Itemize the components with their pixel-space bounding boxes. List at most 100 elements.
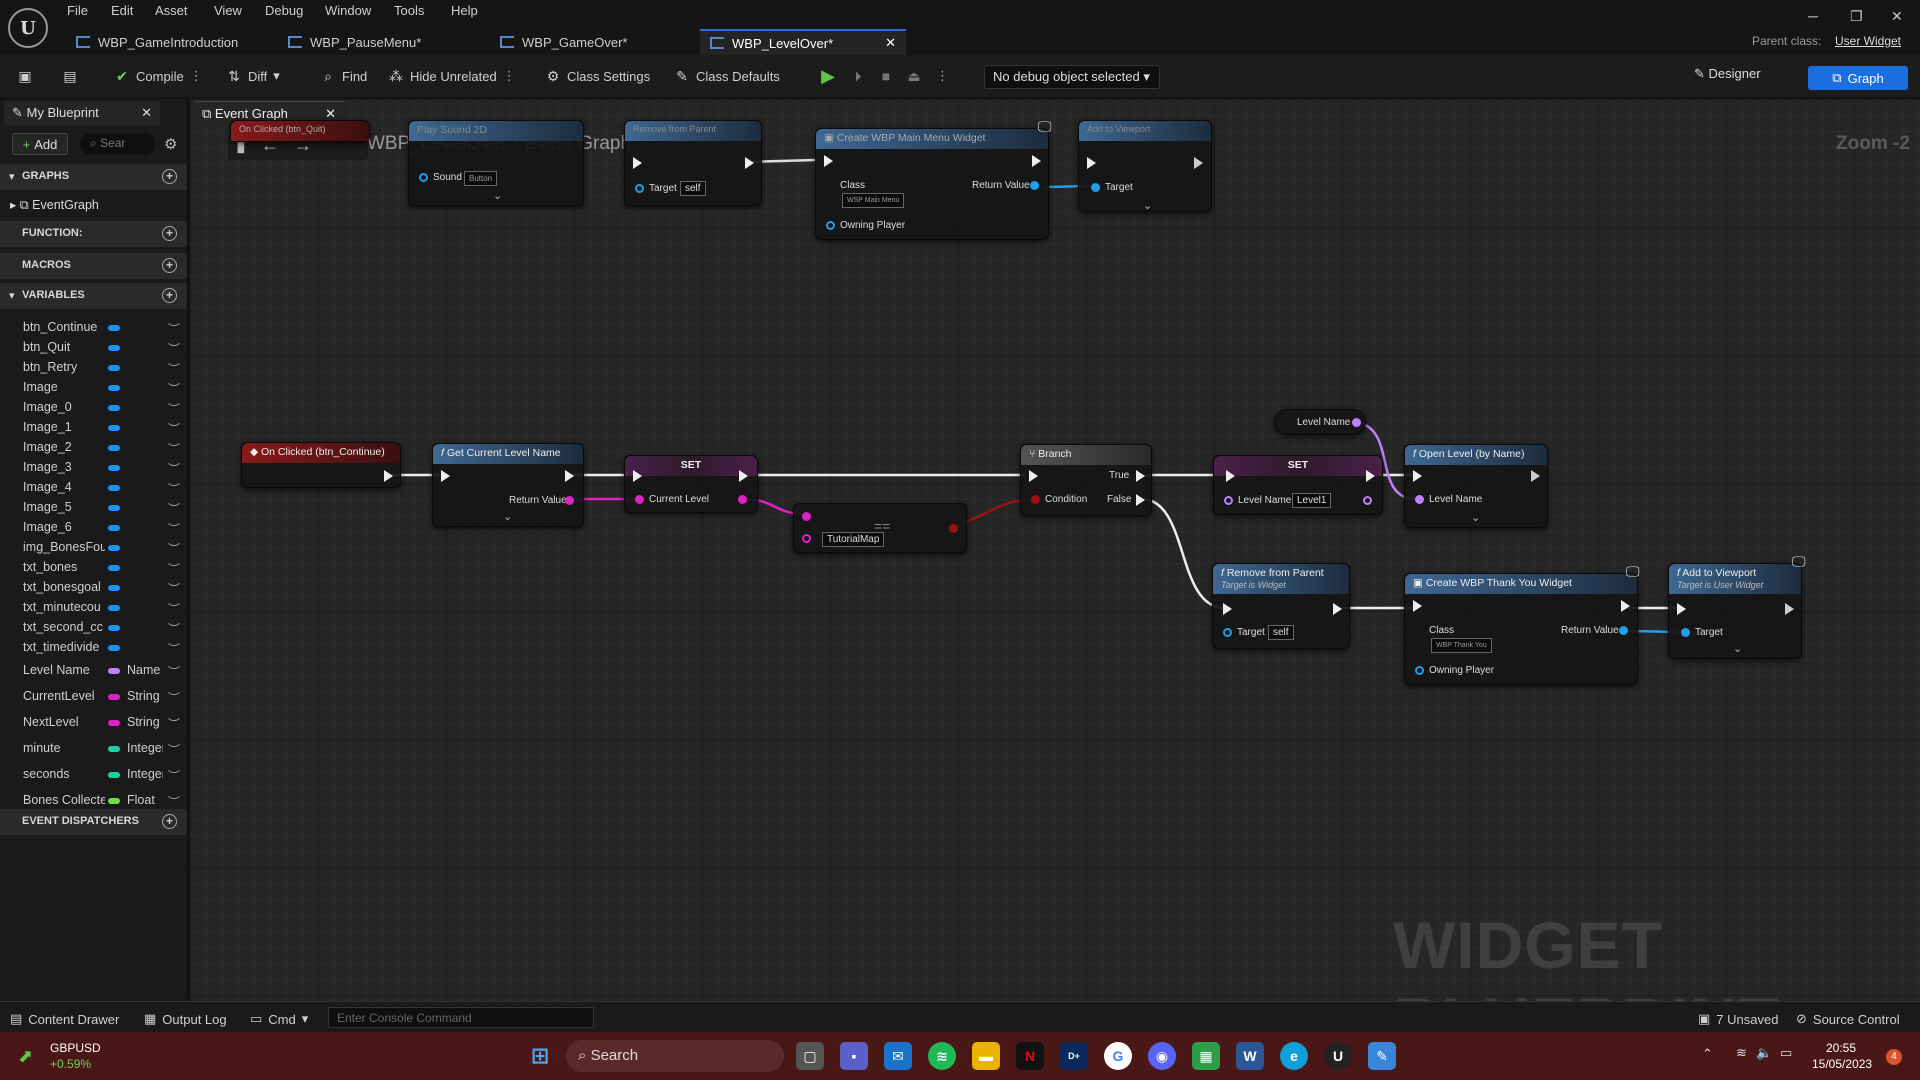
node-add-viewport-top[interactable]: Add to Viewport Target ⌄: [1078, 120, 1212, 212]
unsaved-button[interactable]: ▣ 7 Unsaved: [1698, 1011, 1778, 1027]
unreal-engine-icon[interactable]: U: [1324, 1042, 1352, 1070]
expand-icon[interactable]: ⌄: [493, 189, 502, 202]
current-level-out-pin[interactable]: [738, 495, 747, 504]
node-set-current-level[interactable]: SET Current Level: [624, 455, 758, 513]
exec-out-pin[interactable]: [1621, 600, 1630, 612]
volume-icon[interactable]: 🔈: [1756, 1045, 1772, 1061]
node-onclicked-quit[interactable]: On Clicked (btn_Quit): [230, 120, 370, 142]
target-pin[interactable]: [1091, 183, 1100, 192]
condition-pin[interactable]: [1031, 495, 1040, 504]
exec-out-pin[interactable]: [1785, 603, 1794, 615]
tutorial-map-value[interactable]: TutorialMap: [822, 532, 885, 547]
node-open-level[interactable]: f Open Level (by Name) Level Name ⌄: [1404, 444, 1548, 528]
bool-out-pin[interactable]: [949, 524, 958, 533]
spotify-icon[interactable]: ≋: [928, 1042, 956, 1070]
level-name-in-pin[interactable]: [1224, 496, 1233, 505]
exec-in-pin[interactable]: [1223, 603, 1232, 615]
return-value-pin[interactable]: [565, 496, 574, 505]
exec-in-pin[interactable]: [633, 157, 642, 169]
true-pin[interactable]: [1136, 470, 1145, 482]
netflix-icon[interactable]: N: [1016, 1042, 1044, 1070]
chevron-up-icon[interactable]: ⌃: [1702, 1046, 1713, 1062]
taskbar-search[interactable]: ⌕ Search: [566, 1040, 784, 1072]
target-pin[interactable]: [1223, 628, 1232, 637]
exec-in-pin[interactable]: [1413, 600, 1422, 612]
expand-icon[interactable]: ⌄: [1471, 511, 1480, 524]
wifi-icon[interactable]: ≋: [1736, 1045, 1747, 1061]
node-remove-parent-top[interactable]: Remove from Parent Target self: [624, 120, 762, 206]
exec-out-pin[interactable]: [1032, 155, 1041, 167]
task-view-icon[interactable]: ▢: [796, 1042, 824, 1070]
exec-out-pin[interactable]: [1333, 603, 1342, 615]
paint-icon[interactable]: ✎: [1368, 1042, 1396, 1070]
expand-icon[interactable]: ⌄: [503, 510, 512, 523]
node-set-level-name[interactable]: SET Level Name Level1: [1213, 455, 1383, 515]
false-pin[interactable]: [1136, 494, 1145, 506]
string-a-pin[interactable]: [802, 512, 811, 521]
return-pin[interactable]: [1619, 626, 1628, 635]
exec-out-pin[interactable]: [1531, 470, 1540, 482]
battery-icon[interactable]: ▭: [1780, 1045, 1792, 1061]
disney-plus-icon[interactable]: D+: [1060, 1042, 1088, 1070]
target-pin[interactable]: [635, 184, 644, 193]
cmd-select[interactable]: ▭ Cmd ▾: [250, 1011, 308, 1027]
exec-in-pin[interactable]: [1226, 470, 1235, 482]
windows-start-icon[interactable]: ⊞: [526, 1042, 554, 1070]
string-b-pin[interactable]: [802, 534, 811, 543]
exec-in-pin[interactable]: [1087, 157, 1096, 169]
node-play-sound[interactable]: Play Sound 2D Sound Button ⌄: [408, 120, 584, 206]
chrome-icon[interactable]: G: [1104, 1042, 1132, 1070]
expand-icon[interactable]: ⌄: [1733, 642, 1742, 655]
exec-in-pin[interactable]: [824, 155, 833, 167]
exec-in-pin[interactable]: [1413, 470, 1422, 482]
node-create-thank-you[interactable]: ▣ Create WBP Thank You Widget Class WBP …: [1404, 573, 1638, 685]
node-remove-from-parent[interactable]: f Remove from Parent Target is Widget Tar…: [1212, 563, 1350, 649]
exec-in-pin[interactable]: [633, 470, 642, 482]
console-input[interactable]: Enter Console Command: [328, 1007, 594, 1028]
current-level-in-pin[interactable]: [635, 495, 644, 504]
sound-value[interactable]: Button: [464, 171, 498, 186]
ticker-name[interactable]: GBPUSD: [50, 1041, 101, 1055]
word-icon[interactable]: W: [1236, 1042, 1264, 1070]
exec-in-pin[interactable]: [1677, 603, 1686, 615]
owning-player-pin[interactable]: [1415, 666, 1424, 675]
exec-out-pin[interactable]: [565, 470, 574, 482]
teams-icon[interactable]: ▪: [840, 1042, 868, 1070]
exec-in-pin[interactable]: [1029, 470, 1038, 482]
notification-badge[interactable]: 4: [1886, 1049, 1902, 1065]
node-get-current-level-name[interactable]: f Get Current Level Name Return Value ⌄: [432, 443, 584, 527]
exec-in-pin[interactable]: [441, 470, 450, 482]
exec-out-pin[interactable]: [1366, 470, 1375, 482]
exec-out-pin[interactable]: [745, 157, 754, 169]
level-name-out-pin[interactable]: [1363, 496, 1372, 505]
file-explorer-icon[interactable]: ▬: [972, 1042, 1000, 1070]
sheets-icon[interactable]: ▦: [1192, 1042, 1220, 1070]
node-branch[interactable]: ⑂ Branch True Condition False: [1020, 444, 1152, 516]
exec-out-pin[interactable]: [739, 470, 748, 482]
exec-out-pin[interactable]: [1194, 157, 1203, 169]
content-drawer-button[interactable]: ▤ Content Drawer: [10, 1011, 119, 1027]
edge-icon[interactable]: e: [1280, 1042, 1308, 1070]
mail-icon[interactable]: ✉: [884, 1042, 912, 1070]
node-equal-string[interactable]: == TutorialMap: [793, 503, 967, 553]
source-control-button[interactable]: ⊘ Source Control: [1796, 1011, 1900, 1027]
expand-icon[interactable]: ⌄: [1143, 199, 1152, 212]
return-pin[interactable]: [1030, 181, 1039, 190]
discord-icon[interactable]: ◉: [1148, 1042, 1176, 1070]
node-create-main-menu[interactable]: ▣ Create WBP Main Menu Widget Class WSP …: [815, 128, 1049, 240]
level-value[interactable]: Level1: [1292, 493, 1332, 508]
ticker-change: +0.59%: [50, 1057, 92, 1071]
node-onclicked-continue[interactable]: ◆ On Clicked (btn_Continue): [241, 442, 401, 488]
target-pin[interactable]: [1681, 628, 1690, 637]
level-name-pin[interactable]: [1415, 495, 1424, 504]
node-add-to-viewport[interactable]: f Add to Viewport Target is User Widget T…: [1668, 563, 1802, 659]
sound-pin[interactable]: [419, 173, 428, 182]
clock-time[interactable]: 20:55: [1826, 1041, 1856, 1055]
clock-date[interactable]: 15/05/2023: [1812, 1057, 1872, 1071]
stock-chart-icon: ⬈: [18, 1046, 34, 1066]
level-name-out-pin[interactable]: [1352, 418, 1361, 427]
node-get-level-name[interactable]: Level Name: [1274, 409, 1366, 435]
output-log-button[interactable]: ▦ Output Log: [144, 1011, 227, 1027]
exec-out-pin[interactable]: [384, 470, 393, 482]
owning-player-pin[interactable]: [826, 221, 835, 230]
